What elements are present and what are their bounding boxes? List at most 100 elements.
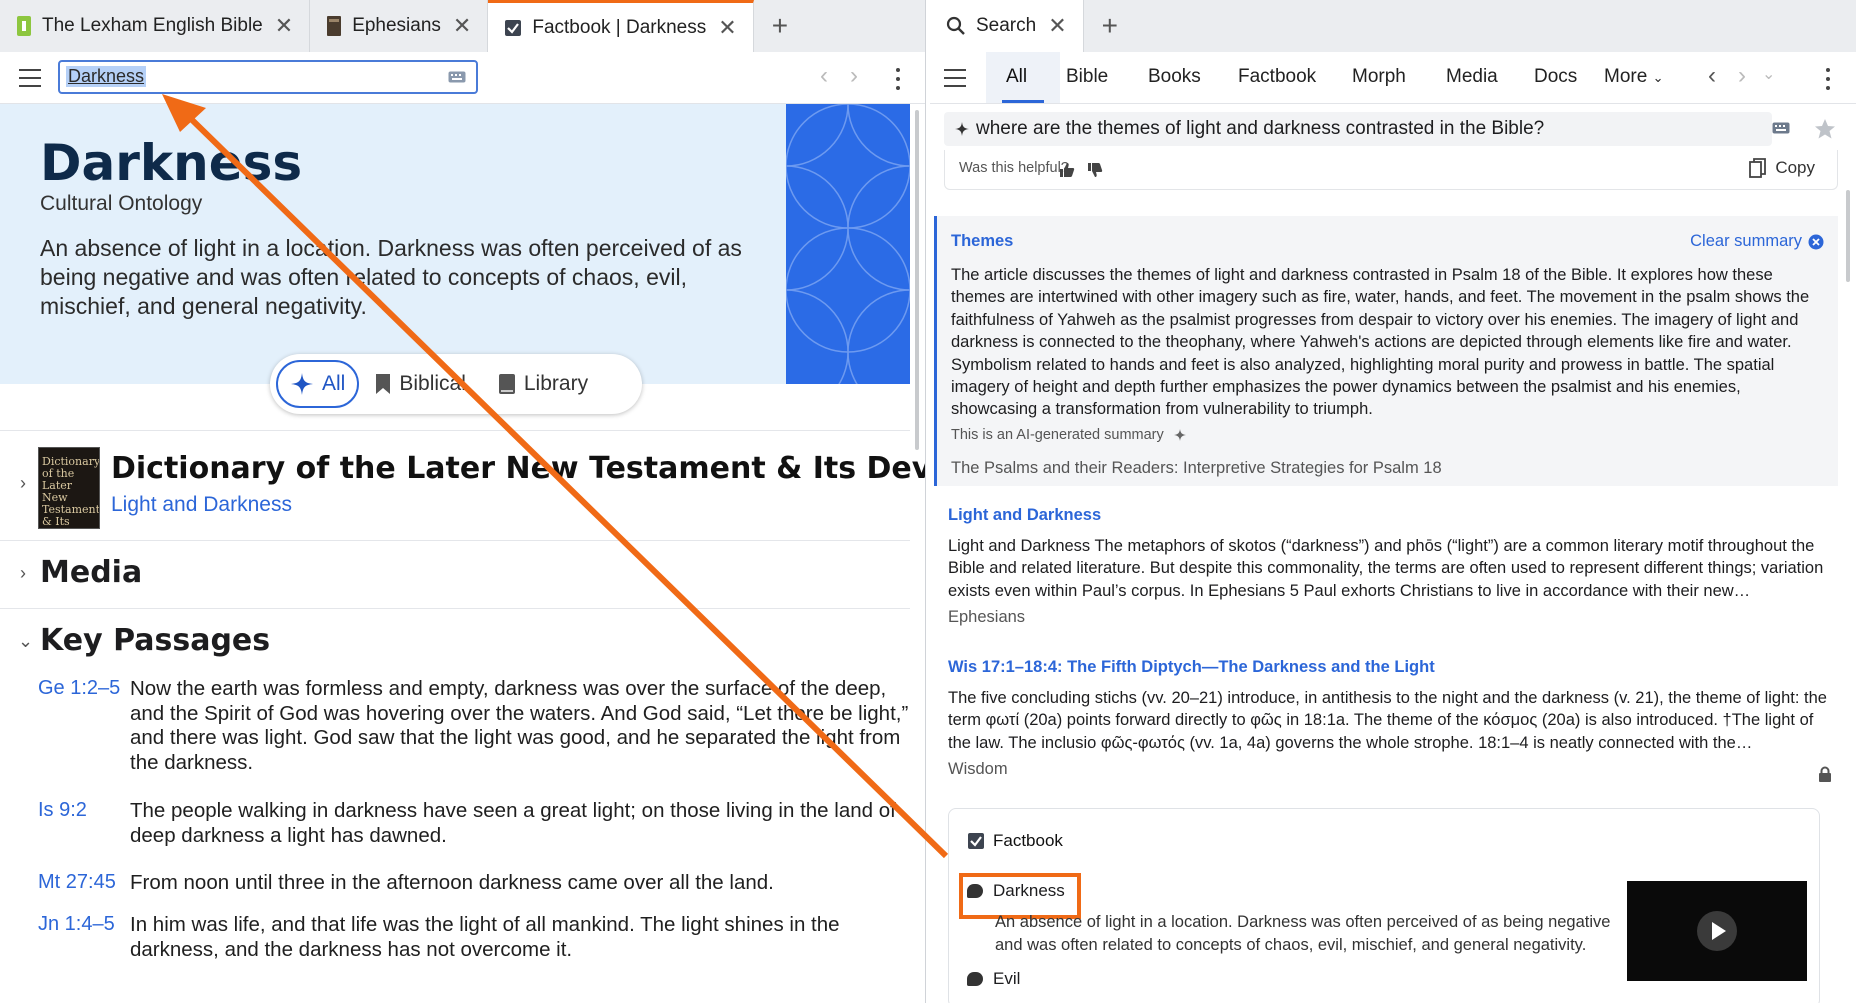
thumbs-up-icon[interactable]: [1059, 162, 1075, 178]
summary-heading[interactable]: Themes: [951, 232, 1013, 251]
more-options-icon[interactable]: [896, 68, 902, 95]
tab-label: Ephesians: [352, 15, 441, 36]
copy-button[interactable]: Copy: [1749, 158, 1815, 178]
passage-ref[interactable]: Mt 27:45: [38, 871, 116, 894]
tab-lexham-bible[interactable]: The Lexham English Bible ✕: [0, 0, 311, 52]
tab-morph[interactable]: Morph: [1352, 66, 1406, 88]
close-icon[interactable]: ✕: [275, 13, 293, 39]
add-tab-button[interactable]: +: [1084, 0, 1136, 52]
search-result: Light and Darkness Light and Darkness Th…: [948, 506, 1838, 627]
tab-factbook-darkness[interactable]: Factbook | Darkness ✕: [488, 0, 754, 52]
result-source[interactable]: Wisdom: [948, 760, 1838, 779]
tab-label: Search: [976, 15, 1037, 36]
copy-label: Copy: [1775, 158, 1815, 177]
search-result: Wis 17:1–18:4: The Fifth Diptych—The Dar…: [948, 658, 1838, 782]
media-section[interactable]: › Media: [0, 540, 910, 608]
sparkle-icon: [291, 373, 313, 395]
passage-text: In him was life, and that life was the l…: [130, 913, 840, 961]
sparkle-icon: [955, 122, 969, 136]
filter-label: Library: [523, 372, 589, 395]
key-passages-section: ⌄ Key Passages Ge 1:2–5 Now the earth wa…: [0, 608, 910, 1003]
thumbs-down-icon[interactable]: [1087, 162, 1103, 178]
menu-icon[interactable]: [944, 69, 966, 87]
summary-source[interactable]: The Psalms and their Readers: Interpreti…: [951, 459, 1442, 478]
book-cover[interactable]: Dictionary of the Later New Testament & …: [38, 447, 100, 529]
tab-label: Factbook | Darkness: [532, 16, 707, 38]
close-icon[interactable]: ✕: [718, 15, 736, 41]
bookmark-icon: [376, 374, 391, 394]
filter-all-button[interactable]: All: [276, 360, 360, 408]
search-query-input[interactable]: where are the themes of light and darkne…: [944, 112, 1772, 146]
article-link[interactable]: Light and Darkness: [111, 493, 292, 517]
ai-note-label: This is an AI-generated summary: [951, 427, 1164, 443]
close-circle-icon: [1808, 234, 1824, 249]
lock-icon: [1819, 766, 1831, 782]
passage-ref[interactable]: Ge 1:2–5: [38, 677, 120, 700]
filter-toggle: All Biblical Library: [270, 354, 642, 414]
result-snippet: Light and Darkness The metaphors of skot…: [948, 537, 1824, 600]
result-title[interactable]: Light and Darkness: [948, 506, 1838, 525]
copy-icon: [1749, 158, 1767, 178]
passage-text: From noon until three in the afternoon d…: [130, 871, 774, 894]
factbook-search-input[interactable]: Darkness: [58, 60, 478, 94]
clear-summary-label: Clear summary: [1690, 232, 1802, 250]
factbook-item-evil[interactable]: Evil: [967, 969, 1020, 989]
topic-bubble-icon: [967, 884, 983, 898]
keyboard-icon[interactable]: [1772, 122, 1790, 134]
section-heading[interactable]: Media: [40, 555, 142, 590]
more-options-icon[interactable]: [1826, 68, 1832, 95]
history-dropdown-icon[interactable]: ⌄: [1762, 64, 1775, 84]
menu-icon[interactable]: [19, 69, 41, 87]
factbook-card-header[interactable]: Factbook: [967, 831, 1063, 851]
tab-books[interactable]: Books: [1148, 66, 1201, 88]
search-toolbar: All Bible Books Factbook Morph Media Doc…: [930, 52, 1856, 104]
add-tab-button[interactable]: +: [754, 0, 806, 52]
factbook-item-darkness[interactable]: Darkness: [967, 881, 1065, 901]
scrollbar[interactable]: [915, 110, 919, 450]
close-icon[interactable]: ✕: [1048, 13, 1066, 39]
keyboard-icon[interactable]: [448, 71, 466, 83]
back-arrow-icon[interactable]: ‹: [1708, 62, 1716, 90]
filter-library-button[interactable]: Library: [482, 360, 604, 408]
result-snippet: The five concluding stichs (vv. 20–21) i…: [948, 689, 1827, 752]
clear-summary-button[interactable]: Clear summary: [1690, 232, 1824, 251]
tab-media[interactable]: Media: [1446, 66, 1498, 88]
scrollbar[interactable]: [1846, 190, 1850, 282]
passage-ref[interactable]: Is 9:2: [38, 799, 87, 822]
factbook-item-description: An absence of light in a location. Darkn…: [995, 913, 1611, 954]
dictionary-title[interactable]: Dictionary of the Later New Testament & …: [111, 451, 925, 486]
forward-arrow-icon[interactable]: ›: [850, 62, 858, 90]
play-icon[interactable]: [1697, 911, 1737, 951]
star-icon[interactable]: [1814, 118, 1836, 140]
decorative-pattern: [786, 104, 910, 384]
left-toolbar: Darkness ‹ ›: [0, 52, 925, 104]
active-tab-indicator: [1002, 100, 1044, 103]
sparkle-icon: [1173, 429, 1186, 442]
filter-biblical-button[interactable]: Biblical: [359, 360, 482, 408]
circle-pattern-icon: [786, 104, 910, 384]
tab-bible[interactable]: Bible: [1066, 66, 1108, 88]
chevron-down-icon[interactable]: ⌄: [18, 631, 33, 652]
tab-docs[interactable]: Docs: [1534, 66, 1577, 88]
passage-text: The people walking in darkness have seen…: [130, 799, 896, 847]
passage-text: Now the earth was formless and empty, da…: [130, 677, 909, 774]
filter-label: Biblical: [399, 372, 466, 395]
result-source[interactable]: Ephesians: [948, 608, 1838, 627]
section-heading[interactable]: Key Passages: [40, 623, 270, 658]
tab-more[interactable]: More ⌄: [1604, 66, 1663, 88]
tab-ephesians[interactable]: Ephesians ✕: [310, 0, 489, 52]
chevron-right-icon[interactable]: ›: [20, 473, 26, 494]
back-arrow-icon[interactable]: ‹: [820, 62, 828, 90]
tab-search[interactable]: Search ✕: [930, 0, 1084, 52]
tab-factbook[interactable]: Factbook: [1238, 66, 1316, 88]
forward-arrow-icon[interactable]: ›: [1738, 62, 1746, 90]
chevron-right-icon[interactable]: ›: [20, 563, 26, 584]
tab-all[interactable]: All: [1006, 66, 1027, 88]
close-icon[interactable]: ✕: [453, 13, 471, 39]
factbook-item-label: Darkness: [993, 881, 1065, 900]
result-title[interactable]: Wis 17:1–18:4: The Fifth Diptych—The Dar…: [948, 658, 1838, 677]
page-subtitle: Cultural Ontology: [40, 192, 203, 215]
video-thumbnail[interactable]: [1627, 881, 1807, 981]
dictionary-section[interactable]: › Dictionary of the Later New Testament …: [0, 430, 925, 540]
passage-ref[interactable]: Jn 1:4–5: [38, 913, 115, 936]
